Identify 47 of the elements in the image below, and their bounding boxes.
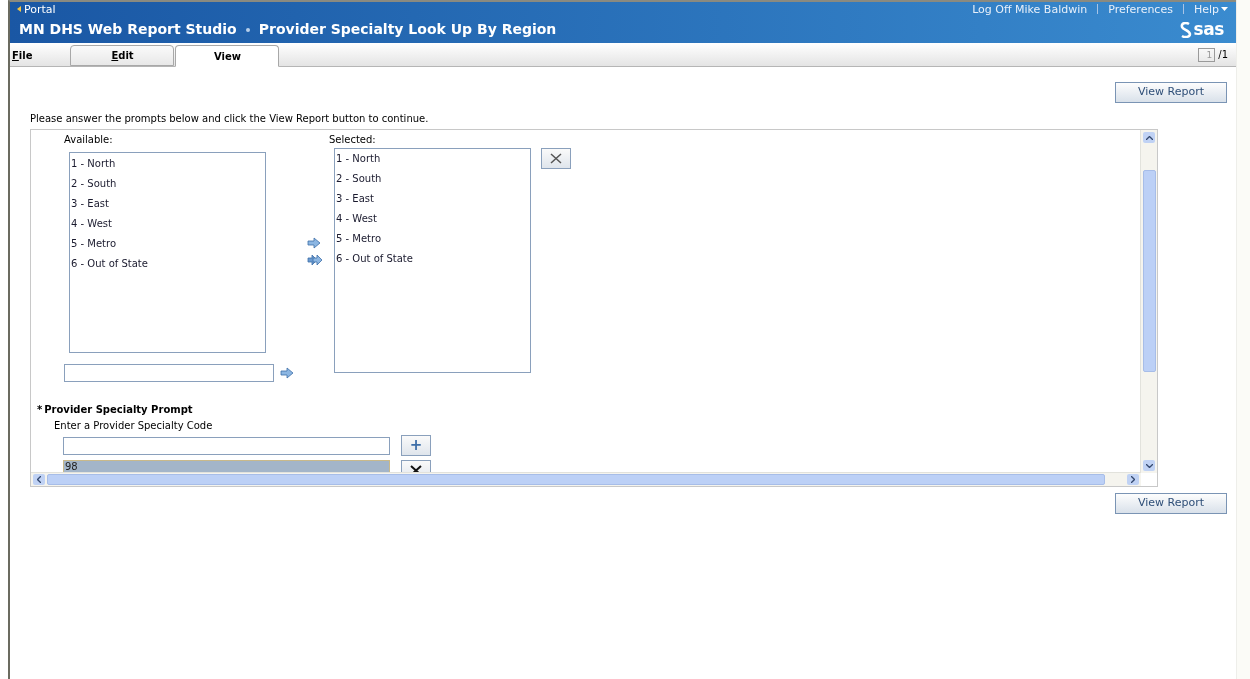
page-total: /1: [1218, 48, 1228, 62]
region-input-field[interactable]: [64, 364, 274, 382]
portal-link[interactable]: Portal: [17, 3, 56, 15]
list-option[interactable]: 1 - North: [335, 149, 530, 169]
available-list[interactable]: 1 - North 2 - South 3 - East 4 - West 5 - Metro 6 - Out of State: [69, 152, 266, 353]
prompt-title: Provider Specialty Prompt: [44, 404, 193, 416]
available-label: Available:: [64, 134, 114, 146]
list-option[interactable]: 4 - West: [70, 214, 265, 234]
list-option[interactable]: 2 - South: [335, 169, 530, 189]
list-option[interactable]: 4 - West: [335, 209, 530, 229]
chevron-up-icon: [1145, 135, 1153, 140]
tab[interactable]: Edit: [70, 45, 175, 66]
prompt-subtitle: Enter a Provider Specialty Code: [54, 420, 214, 432]
chevron-left-icon: [37, 476, 41, 483]
header-link[interactable]: Log Off Mike Baldwin: [972, 3, 1088, 15]
list-option[interactable]: 1 - North: [70, 154, 265, 174]
add-all-arrow-icon[interactable]: [307, 254, 323, 266]
vertical-scrollbar[interactable]: [1140, 130, 1157, 473]
specialty-code-field[interactable]: [63, 436, 390, 455]
list-option[interactable]: 6 - Out of State: [335, 249, 530, 269]
tab[interactable]: View: [175, 45, 280, 67]
logo: sas: [1178, 21, 1224, 38]
instructions-text: Please answer the prompts below and click the View Report button to continue.: [30, 112, 430, 126]
app-title: MN DHS Web Report Studio: [19, 20, 237, 39]
caret-icon: [1221, 7, 1228, 11]
list-option[interactable]: 3 - East: [70, 194, 265, 214]
remove-button[interactable]: [541, 148, 571, 169]
required-mark: *: [37, 404, 43, 416]
view-report-button[interactable]: View Report: [1115, 82, 1227, 103]
selected-label: Selected:: [329, 134, 377, 146]
close-icon: [550, 153, 562, 164]
list-option[interactable]: 2 - South: [70, 174, 265, 194]
file-menu[interactable]: File: [12, 48, 33, 63]
list-option[interactable]: 6 - Out of State: [70, 254, 265, 274]
add-arrow-icon[interactable]: [307, 237, 321, 249]
list-option[interactable]: 3 - East: [335, 189, 530, 209]
back-triangle-icon: [17, 6, 21, 12]
chevron-right-icon: [1131, 476, 1135, 483]
add-arrow-icon[interactable]: [280, 367, 294, 379]
view-report-button[interactable]: View Report: [1115, 493, 1227, 514]
report-title: Provider Specialty Look Up By Region: [258, 20, 557, 39]
add-button[interactable]: +: [401, 435, 431, 456]
list-option[interactable]: 5 - Metro: [70, 234, 265, 254]
chevron-down-icon: [1145, 463, 1153, 468]
close-icon: [410, 465, 422, 473]
selected-list[interactable]: 1 - North 2 - South 3 - East 4 - West 5 - Metro 6 - Out of State: [334, 148, 531, 373]
list-option[interactable]: 5 - Metro: [335, 229, 530, 249]
